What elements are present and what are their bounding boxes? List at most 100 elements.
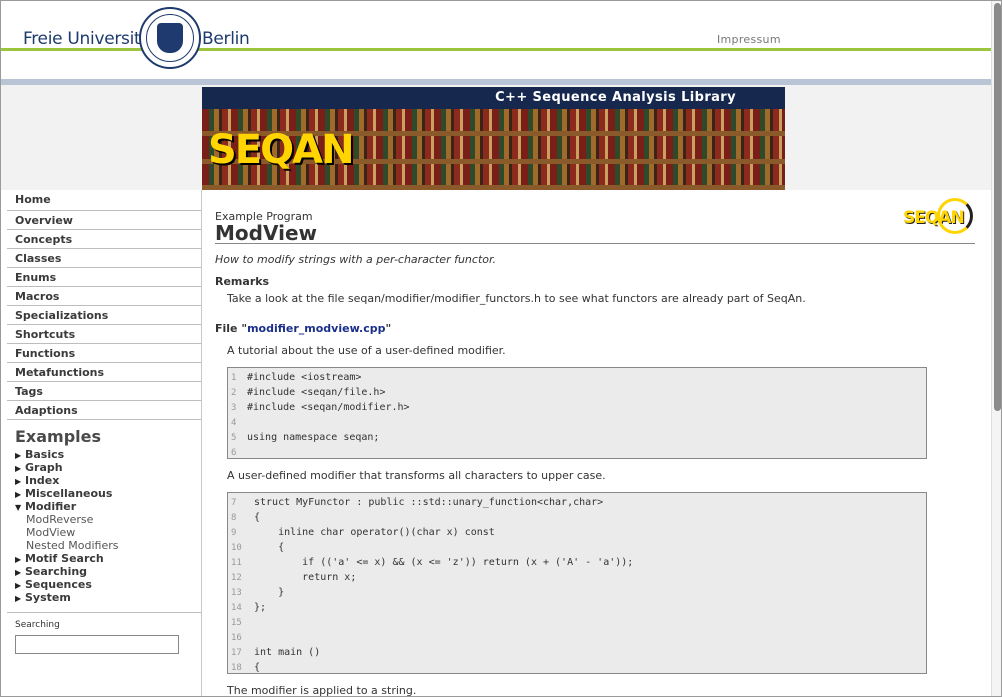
file-link[interactable]: modifier_modview.cpp [247, 322, 385, 335]
examples-item-label: Searching [25, 565, 88, 578]
triangle-right-icon: ▶ [15, 451, 22, 460]
code-line: 5 using namespace seqan; [228, 430, 926, 445]
code-block: 7 struct MyFunctor : public ::std::unary_… [227, 492, 927, 674]
code-text: #include <seqan/modifier.h> [247, 402, 410, 413]
nav-item-functions[interactable]: Functions [7, 344, 201, 363]
code-text: }; [254, 602, 267, 613]
code-description: The modifier is applied to a string. [227, 684, 417, 697]
code-text: { [254, 512, 261, 523]
code-description: A user-defined modifier that transforms … [227, 469, 606, 482]
triangle-right-icon: ▶ [15, 477, 22, 486]
code-block: 1 #include <iostream> 2 #include <seqan/fi… [227, 367, 927, 459]
code-text: if (('a' <= x) && (x <= 'z')) return (x … [254, 557, 634, 568]
code-text: { [254, 542, 285, 553]
examples-subitem-nested-modifiers[interactable]: Nested Modifiers [15, 539, 201, 552]
line-number: 13 [231, 588, 242, 598]
sidebar-divider [7, 612, 202, 613]
nav-item-macros[interactable]: Macros [7, 287, 201, 306]
examples-item-modifier[interactable]: ▼ Modifier [15, 500, 201, 513]
examples-item-label: Basics [25, 448, 65, 461]
file-suffix: " [385, 322, 392, 335]
triangle-right-icon: ▶ [15, 594, 22, 603]
code-text: inline char operator()(char x) const [254, 527, 495, 538]
examples-item-searching[interactable]: ▶ Searching [15, 565, 201, 578]
line-number: 8 [231, 513, 237, 523]
triangle-right-icon: ▶ [15, 581, 22, 590]
code-text: using namespace seqan; [247, 432, 380, 443]
line-number: 14 [231, 603, 242, 613]
remarks-text: Take a look at the file seqan/modifier/m… [227, 292, 806, 305]
examples-item-label: Sequences [25, 578, 92, 591]
search-label: Searching [15, 620, 60, 630]
line-number: 5 [231, 433, 237, 443]
nav-item-enums[interactable]: Enums [7, 268, 201, 287]
line-number: 12 [231, 573, 242, 583]
examples-item-index[interactable]: ▶ Index [15, 474, 201, 487]
nav-item-classes[interactable]: Classes [7, 249, 201, 268]
code-text: return x; [254, 572, 357, 583]
code-line: 2 #include <seqan/file.h> [228, 385, 926, 400]
nav-item-home[interactable]: Home [7, 190, 201, 211]
search-input[interactable] [15, 635, 179, 654]
code-line: 13 } [228, 585, 926, 600]
examples-subitem-modview[interactable]: ModView [15, 526, 201, 539]
code-text: { [254, 662, 261, 673]
seqan-logo[interactable]: SEQAN [208, 127, 355, 173]
code-text: #include <iostream> [247, 372, 362, 383]
examples-item-sequences[interactable]: ▶ Sequences [15, 578, 201, 591]
nav-item-metafunctions[interactable]: Metafunctions [7, 363, 201, 382]
examples-item-label: Index [25, 474, 60, 487]
university-name-left[interactable]: Freie Universität [23, 29, 157, 49]
line-number: 18 [231, 663, 242, 673]
triangle-right-icon: ▶ [15, 555, 22, 564]
examples-item-graph[interactable]: ▶ Graph [15, 461, 201, 474]
line-number: 6 [231, 448, 237, 458]
nav-item-tags[interactable]: Tags [7, 382, 201, 401]
university-name-right[interactable]: Berlin [202, 29, 250, 49]
code-line: 8{ [228, 510, 926, 525]
examples-tree: ▶ Basics ▶ Graph ▶ Index ▶ Miscellaneous ▼ Mo… [15, 448, 201, 604]
code-text: struct MyFunctor : public ::std::unary_f… [254, 497, 604, 508]
vertical-scrollbar[interactable] [991, 1, 1001, 696]
nav-item-shortcuts[interactable]: Shortcuts [7, 325, 201, 344]
nav-item-specializations[interactable]: Specializations [7, 306, 201, 325]
examples-item-basics[interactable]: ▶ Basics [15, 448, 201, 461]
code-line: 16 [228, 630, 926, 645]
impressum-link[interactable]: Impressum [717, 33, 781, 46]
line-number: 15 [231, 618, 242, 628]
code-line: 4 [228, 415, 926, 430]
page-summary: How to modify strings with a per-charact… [215, 253, 496, 266]
university-seal-icon[interactable] [139, 7, 201, 69]
line-number: 1 [231, 373, 237, 383]
banner-right-filler [785, 85, 991, 190]
banner-left-filler [1, 85, 202, 190]
examples-subitem-modreverse[interactable]: ModReverse [15, 513, 201, 526]
code-description: A tutorial about the use of a user-defin… [227, 344, 506, 357]
line-number: 17 [231, 648, 242, 658]
remarks-heading: Remarks [215, 275, 270, 288]
examples-item-miscellaneous[interactable]: ▶ Miscellaneous [15, 487, 201, 500]
examples-item-motif-search[interactable]: ▶ Motif Search [15, 552, 201, 565]
nav-item-concepts[interactable]: Concepts [7, 230, 201, 249]
code-line: 14}; [228, 600, 926, 615]
triangle-right-icon: ▶ [15, 464, 22, 473]
code-line: 18 { [228, 660, 926, 673]
title-divider [215, 243, 975, 244]
triangle-right-icon: ▶ [15, 568, 22, 577]
code-line: 11 if (('a' <= x) && (x <= 'z')) return … [228, 555, 926, 570]
examples-item-label: Motif Search [25, 552, 104, 565]
code-line: 7 struct MyFunctor : public ::std::unary_… [228, 495, 926, 510]
line-number: 4 [231, 418, 237, 428]
examples-heading: Examples [15, 427, 102, 446]
line-number: 3 [231, 403, 237, 413]
examples-item-label: Miscellaneous [25, 487, 113, 500]
examples-item-system[interactable]: ▶ System [15, 591, 201, 604]
line-number: 2 [231, 388, 237, 398]
scrollbar-thumb[interactable] [994, 3, 1001, 411]
nav-item-adaptions[interactable]: Adaptions [7, 401, 201, 420]
line-number: 16 [231, 633, 242, 643]
code-line: 3 #include <seqan/modifier.h> [228, 400, 926, 415]
nav-item-overview[interactable]: Overview [7, 211, 201, 230]
examples-item-label: Modifier [25, 500, 77, 513]
banner-title: C++ Sequence Analysis Library [202, 87, 785, 109]
